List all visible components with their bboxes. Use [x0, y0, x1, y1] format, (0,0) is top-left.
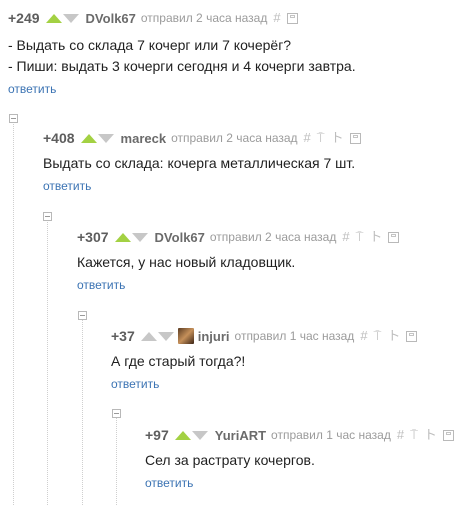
branch-icon[interactable]: ト	[331, 131, 344, 145]
link-icon[interactable]: #	[360, 329, 367, 343]
comment: +249 DVolk67 отправил 2 часа назад # - В…	[8, 9, 356, 96]
avatar[interactable]	[177, 328, 194, 344]
comment: +307 DVolk67 отправил 2 часа назад # ⍑ ト…	[77, 228, 403, 292]
comment-line: Выдать со склада: кочерга металлическая …	[43, 155, 356, 171]
upvote-icon[interactable]	[174, 430, 191, 440]
comment-time: отправил 2 часа назад	[171, 131, 298, 145]
upvote-icon[interactable]	[140, 331, 157, 341]
comment-header: +249 DVolk67 отправил 2 часа назад #	[8, 9, 356, 27]
comment-text: А где старый тогда?!	[111, 351, 421, 372]
collapse-toggle[interactable]	[78, 311, 87, 320]
comment: +97 YuriART отправил 1 час назад # ⍑ ト С…	[145, 426, 458, 490]
save-icon[interactable]	[406, 330, 418, 342]
comment-author[interactable]: YuriART	[215, 428, 266, 443]
thread-line	[47, 219, 48, 505]
link-icon[interactable]: #	[397, 428, 404, 442]
comment: +37 injuri отправил 1 час назад # ⍑ ト А …	[111, 327, 421, 391]
link-icon[interactable]: #	[304, 131, 311, 145]
comment-rating: +249	[8, 10, 40, 26]
parent-comment-icon[interactable]: ⍑	[410, 428, 418, 442]
save-icon[interactable]	[349, 132, 361, 144]
comment-text: - Выдать со склада 7 кочерг или 7 кочерё…	[8, 35, 356, 77]
branch-icon[interactable]: ト	[424, 428, 437, 442]
comment-time: отправил 1 час назад	[234, 329, 355, 343]
downvote-icon[interactable]	[97, 133, 114, 143]
parent-comment-icon[interactable]: ⍑	[317, 131, 325, 145]
link-icon[interactable]: #	[273, 11, 280, 25]
comment-author[interactable]: mareck	[121, 131, 167, 146]
reply-link[interactable]: ответить	[77, 278, 403, 292]
collapse-toggle[interactable]	[43, 212, 52, 221]
comment-line: - Выдать со склада 7 кочерг или 7 кочерё…	[8, 37, 292, 53]
comment-author[interactable]: DVolk67	[155, 230, 205, 245]
reply-link[interactable]: ответить	[111, 377, 421, 391]
save-icon[interactable]	[388, 231, 400, 243]
collapse-toggle[interactable]	[112, 409, 121, 418]
downvote-icon[interactable]	[131, 232, 148, 242]
comment-text: Выдать со склада: кочерга металлическая …	[43, 153, 365, 174]
save-icon[interactable]	[286, 12, 298, 24]
parent-comment-icon[interactable]: ⍑	[356, 230, 364, 244]
comment: +408 mareck отправил 2 часа назад # ⍑ ト …	[43, 129, 365, 193]
comment-time: отправил 1 час назад	[271, 428, 391, 442]
parent-comment-icon[interactable]: ⍑	[374, 329, 382, 343]
upvote-icon[interactable]	[80, 133, 97, 143]
branch-icon[interactable]: ト	[369, 230, 382, 244]
comment-line: - Пиши: выдать 3 кочерги сегодня и 4 коч…	[8, 58, 356, 74]
downvote-icon[interactable]	[191, 430, 208, 440]
comment-header: +97 YuriART отправил 1 час назад # ⍑ ト	[145, 426, 458, 444]
comment-rating: +37	[111, 328, 135, 344]
downvote-icon[interactable]	[157, 331, 174, 341]
comment-author[interactable]: DVolk67	[86, 11, 136, 26]
comment-header: +37 injuri отправил 1 час назад # ⍑ ト	[111, 327, 421, 345]
comment-text: Кажется, у нас новый кладовщик.	[77, 252, 403, 273]
comment-text: Сел за растрату кочергов.	[145, 450, 458, 471]
comment-rating: +307	[77, 229, 109, 245]
thread-line	[116, 416, 117, 505]
downvote-icon[interactable]	[62, 13, 79, 23]
comment-line: А где старый тогда?!	[111, 353, 246, 369]
upvote-icon[interactable]	[45, 13, 62, 23]
thread-line	[82, 318, 83, 505]
reply-link[interactable]: ответить	[43, 179, 365, 193]
upvote-icon[interactable]	[114, 232, 131, 242]
branch-icon[interactable]: ト	[387, 329, 400, 343]
collapse-toggle[interactable]	[9, 114, 18, 123]
link-icon[interactable]: #	[342, 230, 349, 244]
comment-header: +307 DVolk67 отправил 2 часа назад # ⍑ ト	[77, 228, 403, 246]
comment-rating: +408	[43, 130, 75, 146]
reply-link[interactable]: ответить	[145, 476, 458, 490]
thread-line	[13, 121, 14, 505]
comment-line: Сел за растрату кочергов.	[145, 452, 315, 468]
comment-time: отправил 2 часа назад	[209, 230, 337, 244]
comment-header: +408 mareck отправил 2 часа назад # ⍑ ト	[43, 129, 365, 147]
save-icon[interactable]	[442, 429, 454, 441]
comment-time: отправил 2 часа назад	[140, 11, 268, 25]
comment-rating: +97	[145, 427, 169, 443]
comment-line: Кажется, у нас новый кладовщик.	[77, 254, 296, 270]
reply-link[interactable]: ответить	[8, 82, 356, 96]
comment-author[interactable]: injuri	[198, 329, 230, 344]
